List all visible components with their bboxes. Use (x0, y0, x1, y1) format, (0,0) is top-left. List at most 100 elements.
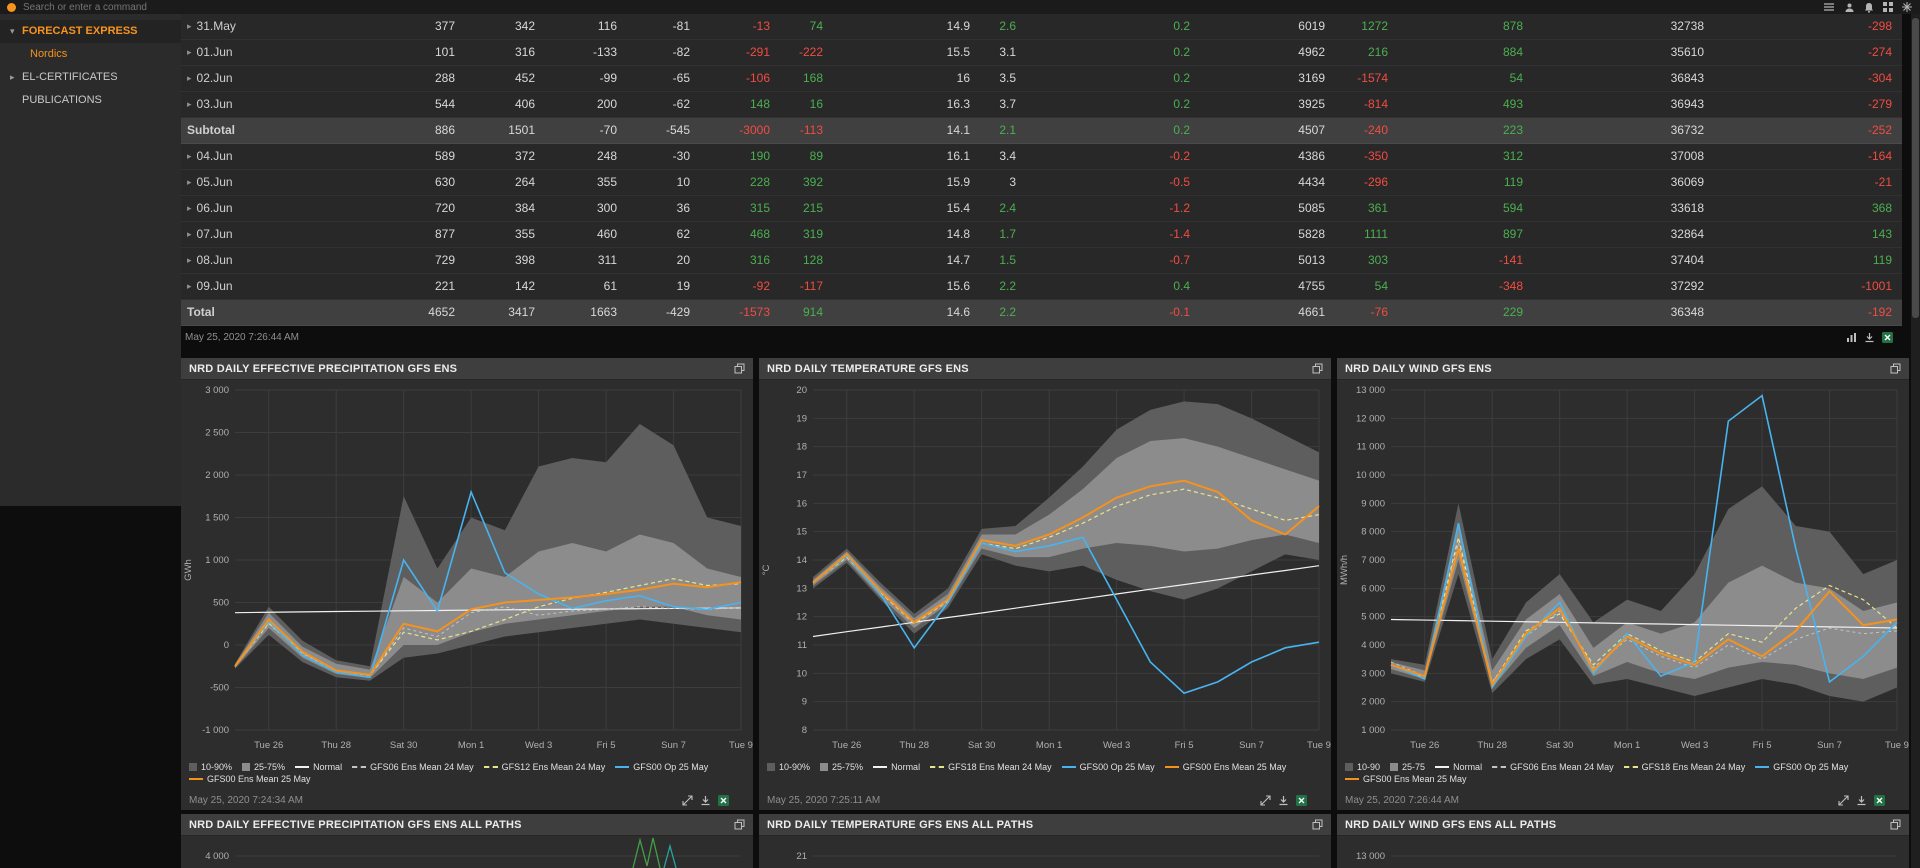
popout-icon[interactable] (1890, 819, 1901, 830)
legend-item[interactable]: GFS00 Ens Mean 25 May (1165, 762, 1287, 772)
panel-footer: May 25, 2020 7:26:44 AM (1337, 790, 1909, 810)
table-row[interactable]: ▸02.Jun288452-99-65-106168163.50.23169-1… (181, 66, 1902, 92)
cell: -113 (780, 118, 833, 143)
chart-canvas[interactable]: -1 000-50005001 0001 5002 0002 5003 000T… (181, 380, 753, 760)
legend-item[interactable]: 10-90% (767, 762, 810, 772)
chart-canvas[interactable]: 21 (759, 836, 1331, 868)
svg-text:Mon 1: Mon 1 (458, 740, 484, 751)
legend-item[interactable]: GFS06 Ens Mean 24 May (352, 762, 474, 772)
sidebar-item-publications[interactable]: PUBLICATIONS (0, 89, 181, 112)
cell: -141 (1398, 248, 1533, 273)
cell: 36069 (1533, 170, 1714, 195)
expand-row-icon[interactable]: ▸ (187, 40, 192, 65)
legend-item[interactable]: GFS06 Ens Mean 24 May (1492, 762, 1614, 772)
expand-icon[interactable] (1260, 795, 1271, 806)
table-row[interactable]: ▸08.Jun7293983112031612814.71.5-0.750133… (181, 248, 1902, 274)
excel-export-icon[interactable] (718, 795, 729, 806)
table-row[interactable]: ▸31.May377342116-81-137414.92.60.2601912… (181, 14, 1902, 40)
legend-item[interactable]: 25-75 (1390, 762, 1425, 772)
vertical-scrollbar[interactable] (1911, 14, 1920, 868)
expand-row-icon[interactable]: ▸ (187, 92, 192, 117)
sparkle-icon[interactable] (1902, 2, 1912, 12)
cell: -1573 (700, 300, 780, 325)
cell: 914 (780, 300, 833, 325)
expand-row-icon[interactable]: ▸ (187, 14, 192, 39)
table-row[interactable]: Total465234171663-429-157391414.62.2-0.1… (181, 300, 1902, 326)
cell: 5013 (1200, 248, 1335, 273)
expand-row-icon[interactable]: ▸ (187, 144, 192, 169)
download-icon[interactable] (1278, 795, 1289, 806)
scrollbar-thumb[interactable] (1912, 18, 1919, 318)
legend-item[interactable]: GFS00 Op 25 May (615, 762, 708, 772)
user-icon[interactable] (1844, 2, 1855, 13)
cell: 372 (465, 144, 545, 169)
cell: 19 (627, 274, 700, 299)
apps-grid-icon[interactable] (1883, 2, 1893, 12)
table-footer-icons (1846, 332, 1909, 343)
popout-icon[interactable] (1312, 819, 1323, 830)
legend-item[interactable]: GFS00 Op 25 May (1062, 762, 1155, 772)
chart-canvas[interactable]: 13 000 (1337, 836, 1909, 868)
row-label: ▸05.Jun (181, 170, 281, 195)
table-row[interactable]: ▸06.Jun7203843003631521515.42.4-1.250853… (181, 196, 1902, 222)
sidebar-item-nordics[interactable]: Nordics (0, 43, 181, 66)
charts-row-1: NRD DAILY EFFECTIVE PRECIPITATION GFS EN… (181, 358, 1909, 810)
download-icon[interactable] (1856, 795, 1867, 806)
legend-item[interactable]: GFS18 Ens Mean 24 May (1624, 762, 1746, 772)
legend-item[interactable]: GFS00 Ens Mean 25 May (1345, 774, 1467, 784)
expand-row-icon[interactable]: ▸ (187, 196, 192, 221)
table-row[interactable]: ▸03.Jun544406200-621481616.33.70.23925-8… (181, 92, 1902, 118)
expand-icon[interactable] (1838, 795, 1849, 806)
legend-item[interactable]: GFS12 Ens Mean 24 May (484, 762, 606, 772)
row-label: Total (181, 300, 281, 325)
excel-export-icon[interactable] (1874, 795, 1885, 806)
cell: 20 (627, 248, 700, 273)
chart-canvas[interactable]: 891011121314151617181920Tue 26Thu 28Sat … (759, 380, 1331, 760)
table-row[interactable]: ▸09.Jun2211426119-92-11715.62.20.4475554… (181, 274, 1902, 300)
table-row[interactable]: ▸05.Jun6302643551022839215.93-0.54434-29… (181, 170, 1902, 196)
table-row[interactable]: Subtotal8861501-70-545-3000-11314.12.10.… (181, 118, 1902, 144)
command-search-input[interactable] (23, 1, 303, 13)
excel-export-icon[interactable] (1882, 332, 1893, 343)
sidebar-item-forecast-express[interactable]: ▾ FORECAST EXPRESS (0, 20, 181, 43)
expand-row-icon[interactable]: ▸ (187, 170, 192, 195)
table-statusbar: May 25, 2020 7:26:44 AM (181, 326, 1909, 348)
download-icon[interactable] (700, 795, 711, 806)
legend-item[interactable]: 25-75% (242, 762, 285, 772)
legend-item[interactable]: GFS00 Op 25 May (1755, 762, 1848, 772)
chart-view-icon[interactable] (1846, 332, 1857, 343)
cell: 148 (700, 92, 780, 117)
legend-item[interactable]: 10-90 (1345, 762, 1380, 772)
popout-icon[interactable] (734, 363, 745, 374)
menu-icon[interactable] (1823, 2, 1835, 12)
popout-icon[interactable] (734, 819, 745, 830)
table-row[interactable]: ▸04.Jun589372248-301908916.13.4-0.24386-… (181, 144, 1902, 170)
legend-item[interactable]: GFS00 Ens Mean 25 May (189, 774, 311, 784)
cell: 119 (1398, 170, 1533, 195)
popout-icon[interactable] (1890, 363, 1901, 374)
legend-item[interactable]: 10-90% (189, 762, 232, 772)
bell-icon[interactable] (1864, 2, 1874, 13)
expand-row-icon[interactable]: ▸ (187, 66, 192, 91)
legend-item[interactable]: Normal (873, 762, 920, 772)
expand-icon[interactable] (682, 795, 693, 806)
legend-item[interactable]: Normal (1435, 762, 1482, 772)
chart-canvas[interactable]: 4 000 (181, 836, 753, 868)
chart-canvas[interactable]: 1 0002 0003 0004 0005 0006 0007 0008 000… (1337, 380, 1909, 760)
download-icon[interactable] (1864, 332, 1875, 343)
excel-export-icon[interactable] (1296, 795, 1307, 806)
table-row[interactable]: ▸07.Jun8773554606246831914.81.7-1.458281… (181, 222, 1902, 248)
cell: 168 (780, 66, 833, 91)
legend-item[interactable]: GFS18 Ens Mean 24 May (930, 762, 1052, 772)
popout-icon[interactable] (1312, 363, 1323, 374)
legend-band-swatch (242, 763, 250, 771)
legend-item[interactable]: 25-75% (820, 762, 863, 772)
table-row[interactable]: ▸01.Jun101316-133-82-291-22215.53.10.249… (181, 40, 1902, 66)
legend-item[interactable]: Normal (295, 762, 342, 772)
svg-text:GWh: GWh (183, 559, 194, 581)
expand-row-icon[interactable]: ▸ (187, 248, 192, 273)
sidebar-item-el-certificates[interactable]: ▸ EL-CERTIFICATES (0, 66, 181, 89)
expand-row-icon[interactable]: ▸ (187, 274, 192, 299)
expand-row-icon[interactable]: ▸ (187, 222, 192, 247)
panel-title: NRD DAILY TEMPERATURE GFS ENS (767, 363, 969, 375)
